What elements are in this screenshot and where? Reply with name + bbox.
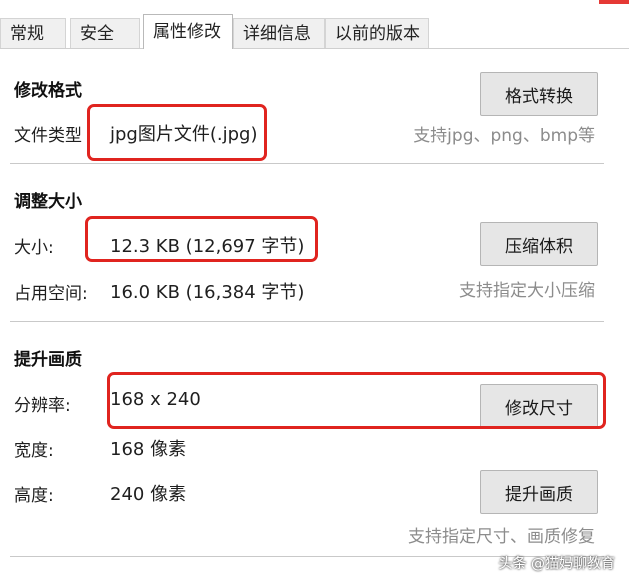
section-divider (10, 321, 604, 322)
height-label: 高度: (14, 486, 54, 506)
size-value: 12.3 KB (12,697 字节) (110, 236, 305, 257)
tab-general[interactable]: 常规 (0, 18, 66, 48)
quality-hint: 支持指定尺寸、画质修复 (408, 527, 595, 547)
corner-accent (599, 0, 629, 4)
file-type-value: jpg图片文件(.jpg) (110, 124, 258, 145)
watermark: 头条 @猫妈聊教育 (498, 556, 615, 572)
size-label: 大小: (14, 238, 54, 258)
format-convert-button[interactable]: 格式转换 (480, 72, 598, 116)
height-value: 240 像素 (110, 484, 187, 505)
tab-bar: 常规 安全 属性修改 详细信息 以前的版本 (0, 0, 629, 49)
resize-button[interactable]: 修改尺寸 (480, 384, 598, 428)
size-hint: 支持指定大小压缩 (459, 281, 595, 301)
tab-previous-versions[interactable]: 以前的版本 (325, 18, 429, 48)
disk-size-label: 占用空间: (14, 284, 88, 304)
width-label: 宽度: (14, 441, 54, 461)
disk-size-value: 16.0 KB (16,384 字节) (110, 282, 305, 303)
resolution-label: 分辨率: (14, 396, 71, 416)
format-section-title: 修改格式 (14, 81, 82, 101)
tab-underline (0, 48, 629, 49)
format-hint: 支持jpg、png、bmp等 (413, 126, 595, 146)
tab-security[interactable]: 安全 (70, 18, 140, 48)
width-value: 168 像素 (110, 439, 187, 460)
enhance-quality-button[interactable]: 提升画质 (480, 470, 598, 514)
tab-details[interactable]: 详细信息 (233, 18, 325, 48)
size-section-title: 调整大小 (14, 192, 82, 212)
quality-section-title: 提升画质 (14, 350, 82, 370)
section-divider (10, 163, 604, 164)
resolution-value: 168 x 240 (110, 389, 201, 410)
compress-button[interactable]: 压缩体积 (480, 222, 598, 266)
tab-property-edit[interactable]: 属性修改 (143, 14, 233, 49)
file-type-label: 文件类型 (14, 126, 82, 146)
